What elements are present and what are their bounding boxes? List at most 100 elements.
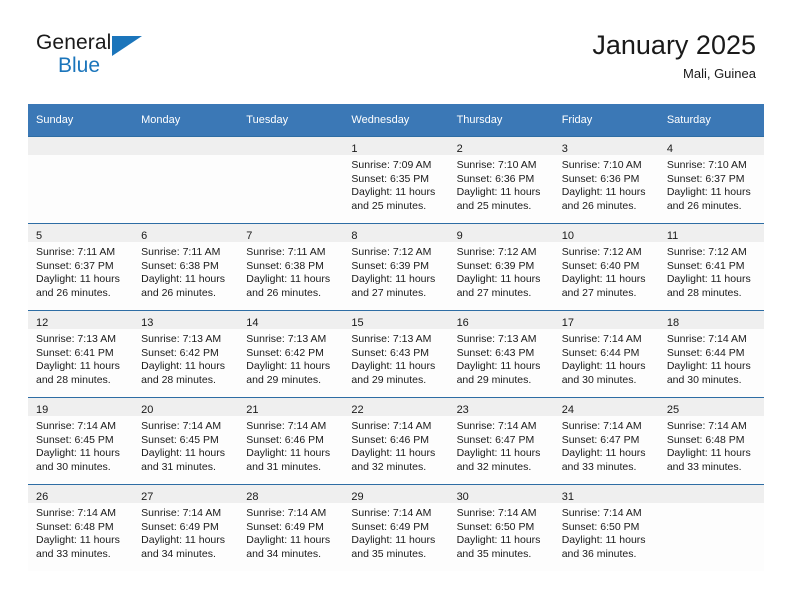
day-cell[interactable]: 29 Sunrise: 7:14 AM Sunset: 6:49 PM Dayl… (343, 484, 449, 571)
day-cell[interactable] (238, 136, 344, 224)
daylight-line-2: and 30 minutes. (666, 373, 742, 386)
day-details: Sunrise: 7:14 AM Sunset: 6:50 PM Dayligh… (554, 503, 659, 561)
day-cell[interactable]: 8 Sunrise: 7:12 AM Sunset: 6:39 PM Dayli… (343, 223, 449, 311)
day-cell[interactable]: 1 Sunrise: 7:09 AM Sunset: 6:35 PM Dayli… (343, 136, 449, 224)
day-cell[interactable] (658, 484, 764, 571)
day-details: Sunrise: 7:10 AM Sunset: 6:36 PM Dayligh… (554, 155, 659, 213)
day-number-band: 3 (553, 137, 659, 155)
daylight-line-2: and 30 minutes. (36, 460, 111, 473)
daylight-line-2: and 27 minutes. (351, 286, 427, 299)
sunrise-line: Sunrise: 7:14 AM (351, 507, 432, 519)
day-cell[interactable]: 20 Sunrise: 7:14 AM Sunset: 6:45 PM Dayl… (133, 397, 239, 485)
weekday-header-monday: Monday (133, 104, 239, 137)
day-details: Sunrise: 7:13 AM Sunset: 6:43 PM Dayligh… (343, 329, 448, 387)
day-number-band: 31 (553, 485, 659, 503)
day-number: 31 (561, 491, 574, 503)
day-cell[interactable]: 22 Sunrise: 7:14 AM Sunset: 6:46 PM Dayl… (343, 397, 449, 485)
day-number-band: 20 (133, 398, 239, 416)
day-cell[interactable]: 15 Sunrise: 7:13 AM Sunset: 6:43 PM Dayl… (343, 310, 449, 398)
logo-text-general: General (36, 31, 112, 54)
day-cell[interactable]: 9 Sunrise: 7:12 AM Sunset: 6:39 PM Dayli… (448, 223, 554, 311)
weekday-header-thursday: Thursday (448, 104, 554, 137)
day-cell[interactable]: 2 Sunrise: 7:10 AM Sunset: 6:36 PM Dayli… (448, 136, 554, 224)
daylight-line-2: and 35 minutes. (351, 547, 427, 560)
sunset-line: Sunset: 6:39 PM (351, 259, 430, 272)
day-cell[interactable] (133, 136, 239, 224)
day-number-band: 29 (343, 485, 449, 503)
day-number-band: 6 (133, 224, 239, 242)
daylight-line-1: Daylight: 11 hours (666, 360, 751, 373)
day-cell[interactable]: 6 Sunrise: 7:11 AM Sunset: 6:38 PM Dayli… (133, 223, 239, 311)
general-blue-logo[interactable]: General Blue (36, 32, 156, 84)
sunrise-line: Sunrise: 7:14 AM (246, 507, 327, 519)
sunset-line: Sunset: 6:36 PM (561, 172, 640, 185)
day-cell[interactable]: 24 Sunrise: 7:14 AM Sunset: 6:47 PM Dayl… (553, 397, 659, 485)
daylight-line-1: Daylight: 11 hours (666, 186, 751, 199)
day-cell[interactable]: 28 Sunrise: 7:14 AM Sunset: 6:49 PM Dayl… (238, 484, 344, 571)
sunset-line: Sunset: 6:38 PM (246, 259, 324, 272)
day-details: Sunrise: 7:10 AM Sunset: 6:37 PM Dayligh… (659, 155, 764, 213)
weekday-header-wednesday: Wednesday (343, 104, 449, 137)
day-cell[interactable]: 11 Sunrise: 7:12 AM Sunset: 6:41 PM Dayl… (658, 223, 764, 311)
day-cell[interactable]: 27 Sunrise: 7:14 AM Sunset: 6:49 PM Dayl… (133, 484, 239, 571)
week-row: 26 Sunrise: 7:14 AM Sunset: 6:48 PM Dayl… (28, 484, 764, 571)
daylight-line-2: and 30 minutes. (561, 373, 637, 386)
daylight-line-2: and 26 minutes. (246, 286, 321, 299)
daylight-line-2: and 29 minutes. (456, 373, 532, 386)
day-number-band (28, 137, 134, 155)
sunrise-line: Sunrise: 7:14 AM (141, 420, 222, 432)
day-cell[interactable]: 7 Sunrise: 7:11 AM Sunset: 6:38 PM Dayli… (238, 223, 344, 311)
day-number-band: 23 (448, 398, 554, 416)
daylight-line-1: Daylight: 11 hours (561, 360, 646, 373)
sunset-line: Sunset: 6:42 PM (246, 346, 324, 359)
daylight-line-1: Daylight: 11 hours (141, 360, 225, 373)
day-number: 16 (456, 317, 469, 329)
day-cell[interactable]: 12 Sunrise: 7:13 AM Sunset: 6:41 PM Dayl… (28, 310, 134, 398)
day-details: Sunrise: 7:12 AM Sunset: 6:41 PM Dayligh… (659, 242, 764, 300)
daylight-line-1: Daylight: 11 hours (456, 360, 541, 373)
daylight-line-2: and 27 minutes. (456, 286, 532, 299)
day-number: 4 (666, 143, 673, 155)
day-cell[interactable]: 19 Sunrise: 7:14 AM Sunset: 6:45 PM Dayl… (28, 397, 134, 485)
sunset-line: Sunset: 6:45 PM (141, 433, 219, 446)
day-cell[interactable]: 5 Sunrise: 7:11 AM Sunset: 6:37 PM Dayli… (28, 223, 134, 311)
day-cell[interactable]: 3 Sunrise: 7:10 AM Sunset: 6:36 PM Dayli… (553, 136, 659, 224)
day-number-band: 21 (238, 398, 344, 416)
day-cell[interactable]: 16 Sunrise: 7:13 AM Sunset: 6:43 PM Dayl… (448, 310, 554, 398)
daylight-line-1: Daylight: 11 hours (456, 186, 541, 199)
day-number-band: 14 (238, 311, 344, 329)
sunset-line: Sunset: 6:48 PM (36, 520, 114, 533)
day-cell[interactable] (28, 136, 134, 224)
sunrise-line: Sunrise: 7:12 AM (456, 246, 537, 258)
daylight-line-1: Daylight: 11 hours (141, 534, 225, 547)
sunrise-line: Sunrise: 7:14 AM (141, 507, 222, 519)
day-cell[interactable]: 21 Sunrise: 7:14 AM Sunset: 6:46 PM Dayl… (238, 397, 344, 485)
day-number: 14 (246, 317, 259, 329)
sunrise-line: Sunrise: 7:14 AM (36, 420, 116, 432)
sunset-line: Sunset: 6:46 PM (246, 433, 324, 446)
day-number-band: 24 (553, 398, 659, 416)
daylight-line-1: Daylight: 11 hours (561, 534, 646, 547)
day-cell[interactable]: 17 Sunrise: 7:14 AM Sunset: 6:44 PM Dayl… (553, 310, 659, 398)
day-cell[interactable]: 13 Sunrise: 7:13 AM Sunset: 6:42 PM Dayl… (133, 310, 239, 398)
day-number: 2 (456, 143, 463, 155)
daylight-line-2: and 25 minutes. (351, 199, 427, 212)
day-details: Sunrise: 7:14 AM Sunset: 6:47 PM Dayligh… (554, 416, 659, 474)
day-number-band: 18 (658, 311, 764, 329)
day-cell[interactable]: 23 Sunrise: 7:14 AM Sunset: 6:47 PM Dayl… (448, 397, 554, 485)
day-cell[interactable]: 4 Sunrise: 7:10 AM Sunset: 6:37 PM Dayli… (658, 136, 764, 224)
weekday-header-tuesday: Tuesday (238, 104, 344, 137)
daylight-line-1: Daylight: 11 hours (246, 360, 331, 373)
day-cell[interactable]: 26 Sunrise: 7:14 AM Sunset: 6:48 PM Dayl… (28, 484, 134, 571)
day-cell[interactable]: 31 Sunrise: 7:14 AM Sunset: 6:50 PM Dayl… (553, 484, 659, 571)
day-number: 7 (246, 230, 253, 242)
day-number: 29 (351, 491, 364, 503)
day-details: Sunrise: 7:14 AM Sunset: 6:46 PM Dayligh… (238, 416, 343, 474)
calendar-table: Sunday Monday Tuesday Wednesday Thursday… (28, 104, 764, 571)
day-cell[interactable]: 18 Sunrise: 7:14 AM Sunset: 6:44 PM Dayl… (658, 310, 764, 398)
daylight-line-2: and 26 minutes. (666, 199, 742, 212)
day-cell[interactable]: 30 Sunrise: 7:14 AM Sunset: 6:50 PM Dayl… (448, 484, 554, 571)
day-cell[interactable]: 14 Sunrise: 7:13 AM Sunset: 6:42 PM Dayl… (238, 310, 344, 398)
day-cell[interactable]: 25 Sunrise: 7:14 AM Sunset: 6:48 PM Dayl… (658, 397, 764, 485)
day-cell[interactable]: 10 Sunrise: 7:12 AM Sunset: 6:40 PM Dayl… (553, 223, 659, 311)
